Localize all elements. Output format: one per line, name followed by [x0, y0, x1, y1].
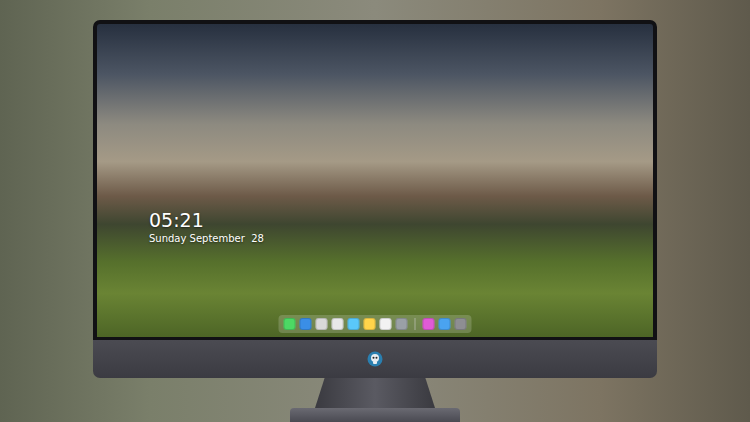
app-icon[interactable] [348, 318, 360, 330]
app-icon[interactable] [332, 318, 344, 330]
date: Sunday September 28 [149, 233, 264, 245]
monitor: 05:21 Sunday September 28 [93, 20, 657, 422]
monitor-base [290, 408, 460, 422]
monitor-neck [315, 378, 435, 408]
app-icon[interactable] [423, 318, 435, 330]
monitor-chin [93, 340, 657, 378]
lock-clock: 05:21 Sunday September 28 [149, 210, 264, 245]
app-icon[interactable] [396, 318, 408, 330]
app-icon[interactable] [316, 318, 328, 330]
screen-wallpaper: 05:21 Sunday September 28 [93, 20, 657, 340]
dock-separator [415, 318, 416, 330]
app-icon[interactable] [380, 318, 392, 330]
app-icon[interactable] [300, 318, 312, 330]
logo-icon [367, 351, 383, 367]
dock [279, 315, 472, 333]
page: 05:21 Sunday September 28 [0, 0, 750, 422]
app-icon[interactable] [455, 318, 467, 330]
app-icon[interactable] [439, 318, 451, 330]
time: 05:21 [149, 210, 264, 231]
app-icon[interactable] [364, 318, 376, 330]
app-icon[interactable] [284, 318, 296, 330]
